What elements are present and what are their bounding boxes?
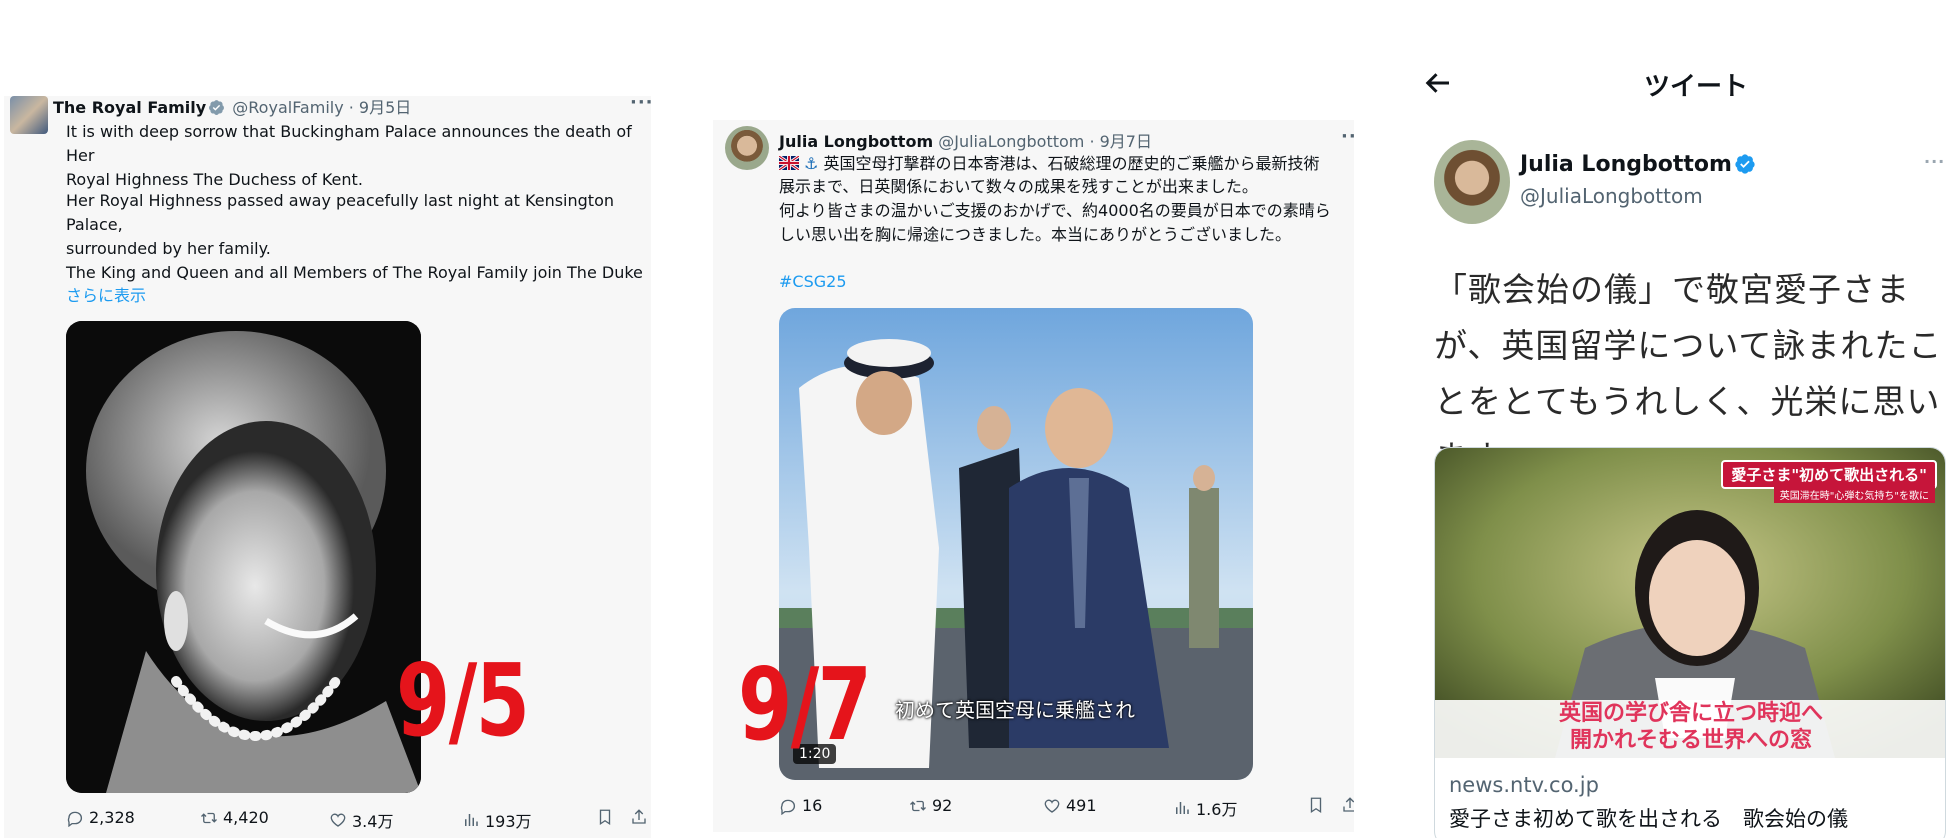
news-banner-line-1: 英国の学び舎に立つ時迎へ: [1558, 701, 1823, 726]
reply-button[interactable]: 2,328: [66, 808, 135, 827]
view-count: 193万: [485, 812, 532, 831]
heart-icon: [330, 813, 346, 827]
bookmark-icon: [1310, 797, 1322, 814]
video-caption: 初めて英国空母に乗艦され: [895, 698, 1135, 722]
more-options-icon[interactable]: ···: [1341, 126, 1354, 147]
tweet-author-name-row: Julia Longbottom: [1520, 152, 1758, 177]
back-arrow-icon[interactable]: [1424, 68, 1454, 98]
heart-icon: [1044, 799, 1060, 813]
share-button[interactable]: [630, 808, 648, 826]
reply-icon: [67, 811, 83, 827]
royal-family-avatar[interactable]: [10, 96, 48, 134]
reply-count: 16: [802, 796, 823, 815]
hashtag-link[interactable]: #CSG25: [779, 270, 847, 294]
news-tag: 愛子さま"初めて歌出される": [1721, 460, 1937, 489]
tweet-header: Julia Longbottom @JuliaLongbottom · 9月7日: [779, 128, 1152, 152]
anchor-icon: ⚓: [804, 154, 819, 173]
reply-count: 2,328: [89, 808, 135, 827]
like-button[interactable]: 491: [1043, 796, 1097, 815]
tweet-text-paragraph-3: The King and Queen and all Members of Th…: [66, 263, 643, 282]
reply-button[interactable]: 16: [779, 796, 822, 815]
verified-badge-icon: [1735, 154, 1755, 174]
like-button[interactable]: 3.4万: [329, 808, 393, 832]
date-annotation: 9/7: [738, 646, 872, 763]
date-annotation: 9/5: [396, 642, 530, 759]
retweet-button[interactable]: 4,420: [200, 808, 269, 827]
retweet-count: 4,420: [223, 808, 269, 827]
views-chart-icon: [465, 814, 478, 826]
tweet-text-paragraph-1: It is with deep sorrow that Buckingham P…: [66, 122, 632, 189]
tweet-detail-julia-longbottom: ツイート Julia Longbottom @JuliaLongbottom ·…: [1386, 0, 1954, 838]
more-options-icon[interactable]: ···: [630, 96, 651, 113]
author-handle-date[interactable]: @JuliaLongbottom · 9月7日: [938, 132, 1152, 151]
julia-longbottom-avatar[interactable]: [1434, 140, 1510, 224]
tweet-text-line-1-content: 英国空母打撃群の日本寄港は、石破総理の歴史的ご乗艦から最新技術: [823, 154, 1320, 173]
views-chart-icon: [1176, 802, 1189, 814]
page-title: ツイート: [1644, 72, 1749, 102]
tweet-header: The Royal Family @RoyalFamily · 9月5日: [53, 96, 411, 118]
tweet-photo[interactable]: [66, 321, 421, 793]
author-name[interactable]: Julia Longbottom: [779, 132, 933, 151]
view-count: 1.6万: [1196, 800, 1238, 819]
tweet-text-paragraph-2: Her Royal Highness passed away peacefull…: [66, 191, 614, 258]
tweet-julia-longbottom-csg25: Julia Longbottom @JuliaLongbottom · 9月7日…: [713, 120, 1354, 832]
retweet-count: 92: [932, 796, 953, 815]
reply-icon: [780, 799, 796, 815]
retweet-icon: [201, 812, 217, 823]
author-handle-date[interactable]: @RoyalFamily · 9月5日: [232, 98, 411, 117]
verified-badge-icon: [209, 100, 225, 115]
link-preview-card[interactable]: 愛子さま"初めて歌出される" 英国滞在時"心弾む気持ち"を歌に 英国の学び舎に立…: [1434, 447, 1946, 838]
tweet-royal-family: The Royal Family @RoyalFamily · 9月5日 ···…: [4, 96, 651, 838]
share-icon: [632, 809, 646, 824]
photo-portrait-icon: [66, 321, 421, 793]
like-count: 3.4万: [352, 812, 394, 831]
bookmark-button[interactable]: [596, 808, 614, 826]
uk-flag-icon: [779, 154, 800, 172]
author-handle: @JuliaLongbottom: [1520, 184, 1703, 208]
retweet-icon: [910, 800, 926, 811]
more-options-icon[interactable]: ···: [1924, 152, 1945, 171]
share-button[interactable]: [1341, 796, 1354, 814]
bookmark-icon: [599, 809, 611, 826]
tweet-text-rest: 展示まで、日英関係において数々の成果を残すことが出来ました。 何より皆さまの温か…: [779, 177, 1331, 244]
julia-longbottom-avatar[interactable]: [725, 126, 769, 170]
news-subtag: 英国滞在時"心弾む気持ち"を歌に: [1773, 486, 1935, 503]
retweet-button[interactable]: 92: [909, 796, 952, 815]
card-domain: news.ntv.co.jp: [1449, 773, 1599, 797]
news-banner-line-2: 開かれそむる世界への窓: [1569, 728, 1812, 753]
news-banner: 英国の学び舎に立つ時迎へ 開かれそむる世界への窓: [1435, 700, 1945, 758]
tweet-text-line-1: ⚓ 英国空母打撃群の日本寄港は、石破総理の歴史的ご乗艦から最新技術: [779, 152, 1354, 176]
views-button[interactable]: 1.6万: [1173, 796, 1237, 820]
author-name[interactable]: Julia Longbottom: [1520, 152, 1732, 177]
card-title: 愛子さま初めて歌を出される 歌会始の儀: [1449, 807, 1848, 831]
like-count: 491: [1066, 796, 1097, 815]
views-button[interactable]: 193万: [462, 808, 532, 832]
bookmark-button[interactable]: [1307, 796, 1325, 814]
share-icon: [1343, 797, 1354, 812]
author-name[interactable]: The Royal Family: [53, 98, 206, 117]
news-thumbnail: 愛子さま"初めて歌出される" 英国滞在時"心弾む気持ち"を歌に 英国の学び舎に立…: [1435, 448, 1945, 758]
show-more-link[interactable]: さらに表示: [66, 284, 146, 308]
author-handle-text[interactable]: @JuliaLongbottom: [1520, 184, 1703, 208]
